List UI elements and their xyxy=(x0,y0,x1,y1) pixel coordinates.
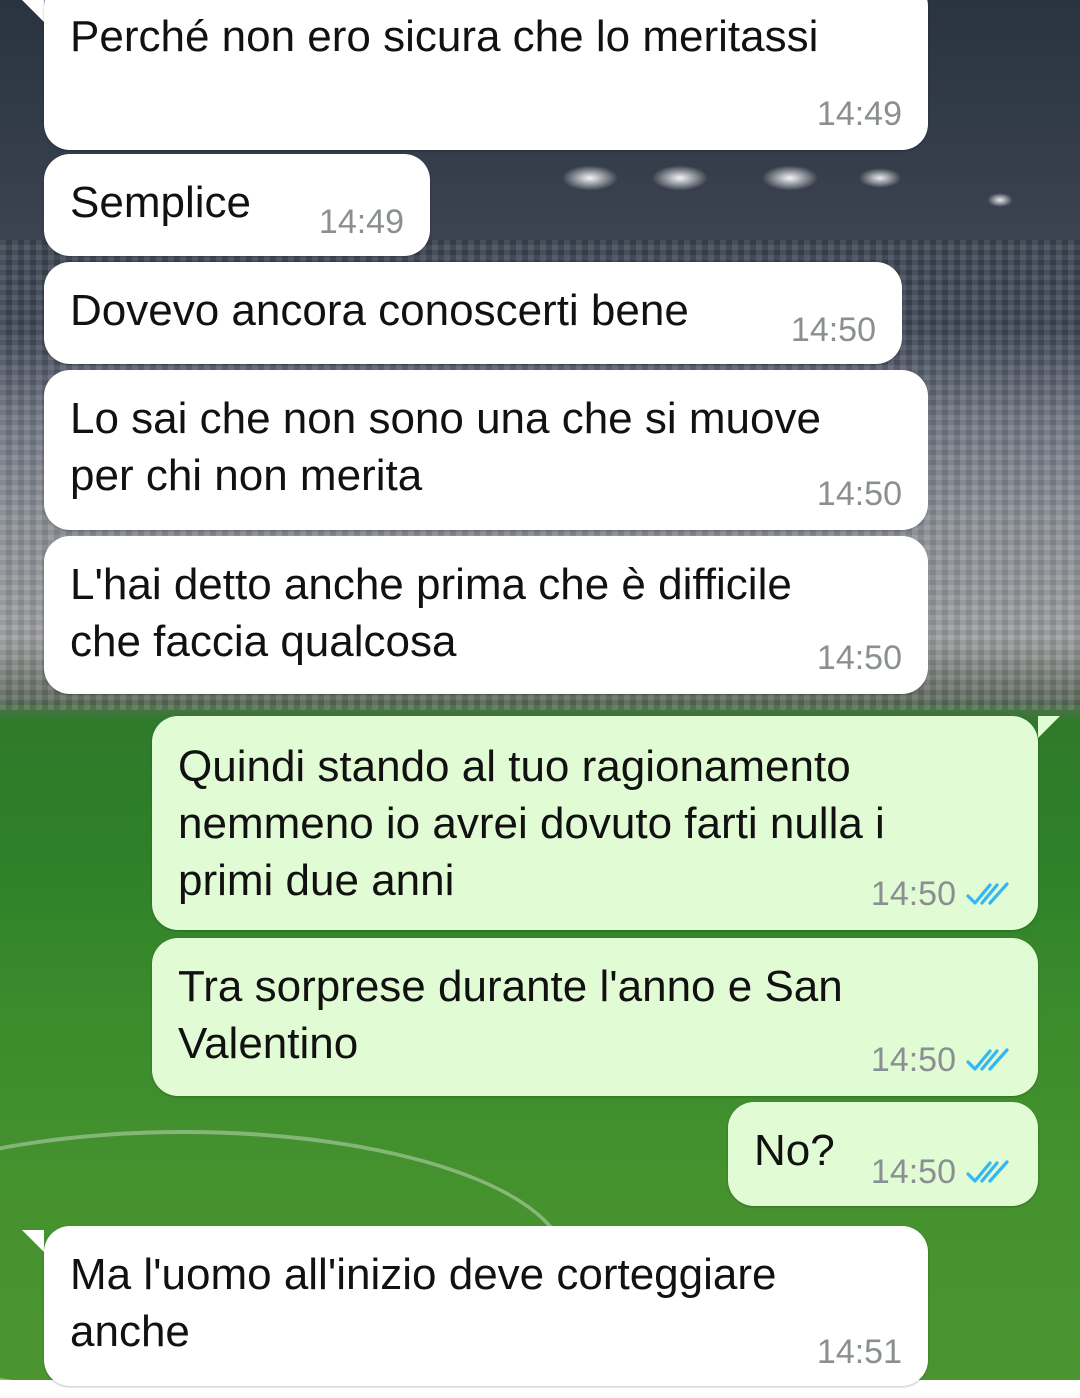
message-timestamp: 14:50 xyxy=(871,1040,1012,1080)
message-text: Dovevo ancora conoscerti bene xyxy=(70,286,689,335)
message-bubble-outgoing[interactable]: Tra sorprese durante l'anno e San Valent… xyxy=(152,938,1038,1096)
message-timestamp: 14:50 xyxy=(790,311,876,349)
double-check-icon xyxy=(966,882,1009,905)
message-bubble-incoming[interactable]: Semplice 14:49 xyxy=(44,154,430,256)
message-text: Lo sai che non sono una che si muove per… xyxy=(70,394,821,500)
message-bubble-outgoing[interactable]: No? 14:50 xyxy=(728,1102,1038,1206)
double-check-icon xyxy=(966,1048,1009,1071)
message-text: Perché non ero sicura che lo meritassi xyxy=(70,12,819,61)
message-bubble-incoming[interactable]: Lo sai che non sono una che si muove per… xyxy=(44,370,928,530)
message-timestamp: 14:51 xyxy=(816,1333,902,1371)
double-check-icon xyxy=(966,1160,1009,1183)
message-text: Ma l'uomo all'inizio deve corteggiare an… xyxy=(70,1250,777,1356)
message-text: Quindi stando al tuo ragionamento nemmen… xyxy=(178,742,885,905)
message-bubble-incoming[interactable]: Dovevo ancora conoscerti bene 14:50 xyxy=(44,262,902,364)
bubble-tail xyxy=(1038,716,1060,738)
bubble-tail xyxy=(22,1230,44,1252)
message-text: No? xyxy=(754,1126,835,1175)
message-timestamp: 14:50 xyxy=(816,639,902,677)
message-timestamp: 14:49 xyxy=(318,203,404,241)
message-timestamp: 14:50 xyxy=(871,874,1012,914)
message-bubble-incoming[interactable]: Ma l'uomo all'inizio deve corteggiare an… xyxy=(44,1226,928,1386)
bubble-tail xyxy=(22,0,44,22)
message-timestamp: 14:50 xyxy=(816,475,902,513)
message-list[interactable]: Perché non ero sicura che lo meritassi 1… xyxy=(0,0,1080,1386)
message-text: Tra sorprese durante l'anno e San Valent… xyxy=(178,962,843,1068)
message-bubble-incoming[interactable]: Perché non ero sicura che lo meritassi 1… xyxy=(44,0,928,150)
message-timestamp: 14:50 xyxy=(871,1152,1012,1192)
message-timestamp: 14:49 xyxy=(816,95,902,133)
message-text: Semplice xyxy=(70,178,251,227)
message-bubble-outgoing[interactable]: Quindi stando al tuo ragionamento nemmen… xyxy=(152,716,1038,930)
message-text: L'hai detto anche prima che è difficile … xyxy=(70,560,792,666)
message-bubble-incoming[interactable]: L'hai detto anche prima che è difficile … xyxy=(44,536,928,694)
